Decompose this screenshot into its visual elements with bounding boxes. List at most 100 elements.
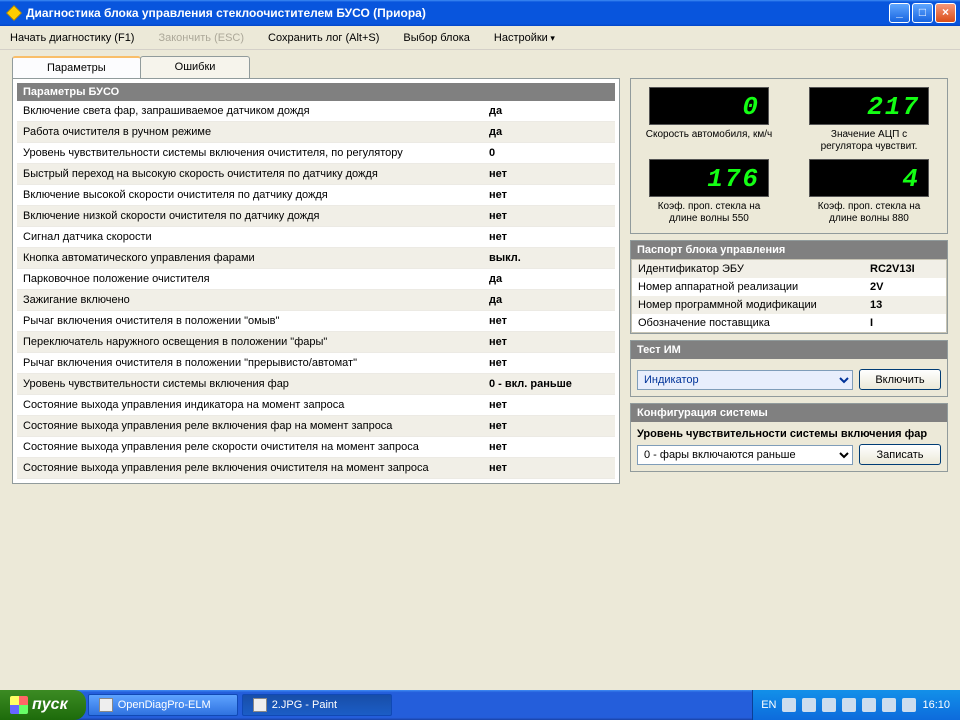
param-label: Переключатель наружного освещения в поло…: [23, 336, 489, 348]
gauge: 217 Значение АЦП с регулятора чувствит.: [799, 87, 939, 153]
param-value: нет: [489, 231, 609, 243]
param-label: Включение высокой скорости очистителя по…: [23, 189, 489, 201]
tray-icon[interactable]: [822, 698, 836, 712]
passport-value: I: [870, 317, 940, 329]
windows-logo-icon: [10, 696, 28, 714]
param-label: Уровень чувствительности системы включен…: [23, 147, 489, 159]
param-row[interactable]: Кнопка автоматического управления фарами…: [17, 248, 615, 269]
param-value: выкл.: [489, 252, 609, 264]
param-row[interactable]: Уровень чувствительности системы включен…: [17, 143, 615, 164]
param-value: нет: [489, 399, 609, 411]
param-row[interactable]: Включение света фар, запрашиваемое датчи…: [17, 101, 615, 122]
tray-icon[interactable]: [842, 698, 856, 712]
param-row[interactable]: Рычаг включения очистителя в положении "…: [17, 353, 615, 374]
gauge-value: 4: [809, 159, 929, 197]
param-label: Парковочное положение очистителя: [23, 273, 489, 285]
close-button[interactable]: ×: [935, 3, 956, 23]
tray-icon[interactable]: [802, 698, 816, 712]
lang-indicator[interactable]: EN: [761, 699, 776, 711]
param-row[interactable]: Уровень чувствительности системы включен…: [17, 374, 615, 395]
param-row[interactable]: Состояние выхода управления индикатора н…: [17, 395, 615, 416]
window-title: Диагностика блока управления стеклоочист…: [26, 6, 889, 20]
param-label: Кнопка автоматического управления фарами: [23, 252, 489, 264]
param-row[interactable]: Зажигание включенода: [17, 290, 615, 311]
param-value: нет: [489, 168, 609, 180]
passport-row: Номер программной модификации13: [632, 296, 946, 314]
parameters-title: Параметры БУСО: [17, 83, 615, 101]
gauges-panel: 0Скорость автомобиля, км/ч217Значение АЦ…: [630, 78, 948, 234]
app-icon: [99, 698, 113, 712]
gauge-value: 217: [809, 87, 929, 125]
gauge: 4 Коэф. проп. стекла на длине волны 880: [799, 159, 939, 225]
taskbar-app-2-label: 2.JPG - Paint: [272, 699, 337, 711]
param-value: нет: [489, 336, 609, 348]
menu-select-block[interactable]: Выбор блока: [403, 32, 469, 44]
param-label: Рычаг включения очистителя в положении "…: [23, 357, 489, 369]
param-value: да: [489, 126, 609, 138]
taskbar-app-2[interactable]: 2.JPG - Paint: [242, 694, 392, 716]
param-row[interactable]: Переключатель наружного освещения в поло…: [17, 332, 615, 353]
test-im-select[interactable]: Индикатор: [637, 370, 853, 390]
tray-icon[interactable]: [882, 698, 896, 712]
param-label: Работа очистителя в ручном режиме: [23, 126, 489, 138]
param-row[interactable]: Состояние выхода управления реле скорост…: [17, 437, 615, 458]
param-row[interactable]: Включение высокой скорости очистителя по…: [17, 185, 615, 206]
passport-value: 13: [870, 299, 940, 311]
param-row[interactable]: Состояние выхода управления реле включен…: [17, 416, 615, 437]
param-value: нет: [489, 189, 609, 201]
test-im-enable-button[interactable]: Включить: [859, 369, 941, 390]
taskbar-app-1[interactable]: OpenDiagPro-ELM: [88, 694, 238, 716]
param-value: да: [489, 105, 609, 117]
param-row[interactable]: Быстрый переход на высокую скорость очис…: [17, 164, 615, 185]
tab-parameters[interactable]: Параметры: [12, 56, 141, 78]
start-button[interactable]: пуск: [0, 690, 86, 720]
menu-settings[interactable]: Настройки: [494, 32, 555, 44]
gauge-label: Значение АЦП с регулятора чувствит.: [804, 129, 934, 153]
menubar: Начать диагностику (F1) Закончить (ESC) …: [0, 26, 960, 50]
param-label: Состояние выхода управления реле включен…: [23, 462, 489, 474]
tray-icon[interactable]: [782, 698, 796, 712]
param-label: Быстрый переход на высокую скорость очис…: [23, 168, 489, 180]
param-value: 0 - вкл. раньше: [489, 378, 609, 390]
passport-value: RC2V13I: [870, 263, 940, 275]
passport-row: Идентификатор ЭБУRC2V13I: [632, 260, 946, 278]
param-label: Состояние выхода управления реле скорост…: [23, 441, 489, 453]
maximize-button[interactable]: □: [912, 3, 933, 23]
app-icon: [6, 5, 22, 21]
clock[interactable]: 16:10: [922, 699, 950, 711]
menu-start-diag[interactable]: Начать диагностику (F1): [10, 32, 134, 44]
tab-errors[interactable]: Ошибки: [140, 56, 251, 78]
param-label: Включение света фар, запрашиваемое датчи…: [23, 105, 489, 117]
passport-key: Номер аппаратной реализации: [638, 281, 870, 293]
param-label: Состояние выхода управления индикатора н…: [23, 399, 489, 411]
passport-key: Идентификатор ЭБУ: [638, 263, 870, 275]
taskbar-app-1-label: OpenDiagPro-ELM: [118, 699, 211, 711]
config-select[interactable]: 0 - фары включаются раньше: [637, 445, 853, 465]
gauge-label: Коэф. проп. стекла на длине волны 880: [804, 201, 934, 225]
param-row[interactable]: Состояние выхода управления реле включен…: [17, 458, 615, 479]
param-row[interactable]: Сигнал датчика скоростинет: [17, 227, 615, 248]
tray-icon[interactable]: [862, 698, 876, 712]
param-row[interactable]: Рычаг включения очистителя в положении "…: [17, 311, 615, 332]
param-value: нет: [489, 441, 609, 453]
param-row[interactable]: Включение низкой скорости очистителя по …: [17, 206, 615, 227]
param-value: нет: [489, 210, 609, 222]
parameters-panel: Параметры БУСО Включение света фар, запр…: [12, 78, 620, 484]
param-value: да: [489, 273, 609, 285]
param-row[interactable]: Работа очистителя в ручном режимеда: [17, 122, 615, 143]
minimize-button[interactable]: _: [889, 3, 910, 23]
menu-save-log[interactable]: Сохранить лог (Alt+S): [268, 32, 379, 44]
gauge-value: 176: [649, 159, 769, 197]
config-save-button[interactable]: Записать: [859, 444, 941, 465]
param-row[interactable]: Парковочное положение очистителяда: [17, 269, 615, 290]
tabstrip: Параметры Ошибки: [0, 50, 960, 78]
system-tray[interactable]: EN 16:10: [752, 690, 960, 720]
passport-title: Паспорт блока управления: [631, 241, 947, 259]
param-label: Сигнал датчика скорости: [23, 231, 489, 243]
param-label: Включение низкой скорости очистителя по …: [23, 210, 489, 222]
param-value: нет: [489, 357, 609, 369]
gauge-label: Скорость автомобиля, км/ч: [646, 129, 772, 141]
test-im-title: Тест ИМ: [631, 341, 947, 359]
param-label: Рычаг включения очистителя в положении "…: [23, 315, 489, 327]
tray-icon[interactable]: [902, 698, 916, 712]
